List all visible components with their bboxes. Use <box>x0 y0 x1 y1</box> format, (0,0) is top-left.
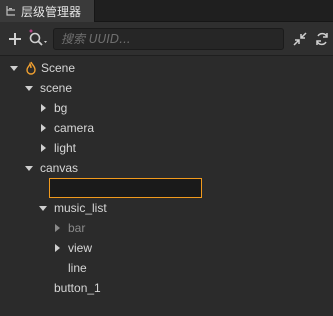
search-icon <box>29 29 47 46</box>
tree-node-camera[interactable]: camera <box>38 118 94 138</box>
chevron-down-icon[interactable] <box>9 63 19 73</box>
tree-node-canvas[interactable]: canvas <box>24 158 78 178</box>
tree-node-label: button_1 <box>54 281 101 295</box>
tree-node-label: music_list <box>54 201 107 215</box>
tree-node-line[interactable]: line <box>68 258 87 278</box>
tree-node-bg[interactable]: bg <box>38 98 67 118</box>
chevron-right-icon[interactable] <box>38 143 48 153</box>
add-node-button[interactable] <box>6 30 24 48</box>
refresh-button[interactable] <box>313 30 331 48</box>
search-mode-dropdown[interactable] <box>27 28 51 50</box>
tree-node-scene-root[interactable]: Scene <box>9 58 75 78</box>
tree-node-button-1[interactable]: button_1 <box>54 278 101 298</box>
tree-node-light[interactable]: light <box>38 138 76 158</box>
tree-node-label: Scene <box>41 61 76 75</box>
chevron-right-icon[interactable] <box>52 243 62 253</box>
plus-icon <box>9 33 21 45</box>
hierarchy-icon <box>6 6 15 16</box>
node-tree: Scene scene bg camera light canvas music… <box>0 57 333 316</box>
panel-tab-bar: 层级管理器 <box>0 0 333 22</box>
search-input[interactable] <box>61 32 283 46</box>
tree-node-bar[interactable]: bar <box>52 218 85 238</box>
hierarchy-tab[interactable]: 层级管理器 <box>0 0 95 22</box>
tree-node-label: bar <box>68 221 86 235</box>
refresh-icon <box>316 32 328 46</box>
node-rename-field[interactable] <box>49 178 202 198</box>
tree-node-label: view <box>68 241 93 255</box>
chevron-down-icon[interactable] <box>24 163 34 173</box>
tree-node-scene[interactable]: scene <box>24 78 72 98</box>
tree-node-label: bg <box>54 101 68 115</box>
scene-icon <box>26 61 36 75</box>
collapse-all-button[interactable] <box>291 30 309 48</box>
tree-node-label: scene <box>40 81 73 95</box>
tree-node-music-list[interactable]: music_list <box>38 198 107 218</box>
chevron-right-icon[interactable] <box>38 123 48 133</box>
tree-node-label: canvas <box>40 161 79 175</box>
tree-node-label: light <box>54 141 77 155</box>
tree-node-view[interactable]: view <box>52 238 92 258</box>
collapse-icon <box>293 32 307 46</box>
rename-input[interactable] <box>50 179 201 197</box>
tree-node-label: camera <box>54 121 95 135</box>
tree-node-label: line <box>68 261 87 275</box>
chevron-down-icon[interactable] <box>24 83 34 93</box>
panel-title: 层级管理器 <box>21 4 82 19</box>
toolbar <box>0 22 333 56</box>
search-field[interactable] <box>53 28 284 50</box>
chevron-down-icon[interactable] <box>38 203 48 213</box>
chevron-right-icon[interactable] <box>38 103 48 113</box>
chevron-right-icon[interactable] <box>52 223 62 233</box>
